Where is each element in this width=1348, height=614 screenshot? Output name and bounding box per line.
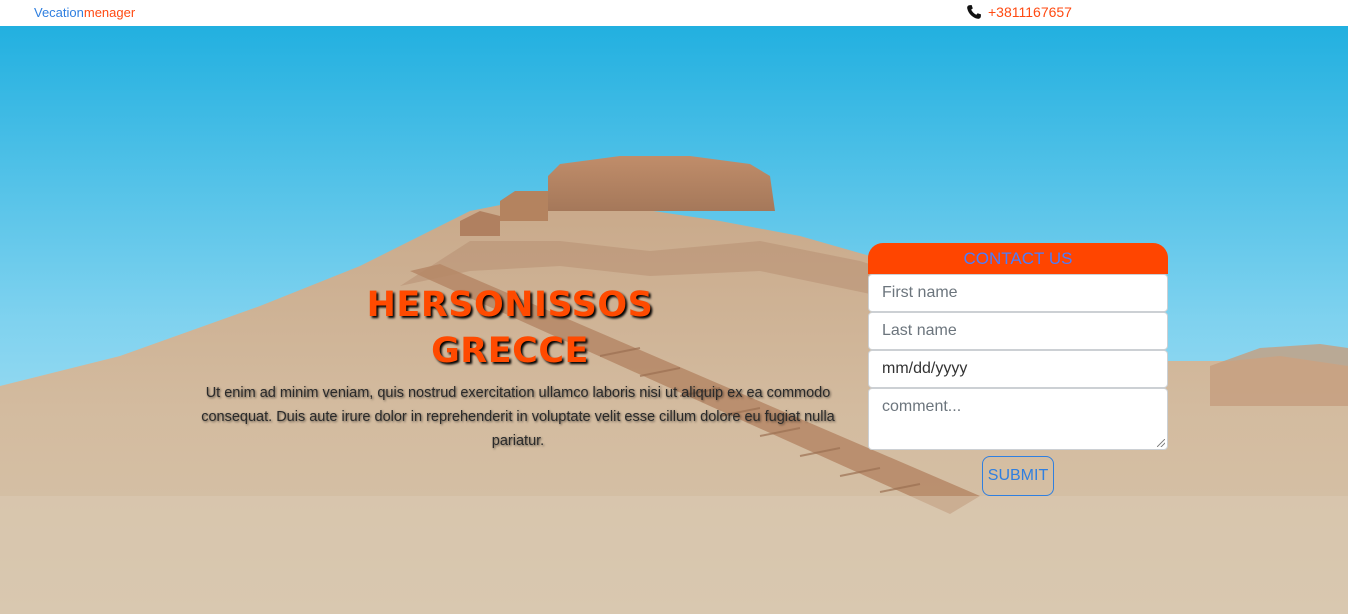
comment-placeholder: comment... bbox=[882, 398, 962, 415]
phone-contact[interactable]: +3811167657 bbox=[966, 4, 1072, 20]
phone-icon bbox=[966, 4, 982, 20]
contact-form: CONTACT US First name Last name mm/dd/yy… bbox=[868, 243, 1168, 496]
hero-title: HERSONISSOS GRECCE bbox=[340, 282, 680, 374]
brand-logo[interactable]: Vecationmenager bbox=[34, 5, 135, 20]
top-navbar: Vecationmenager +3811167657 bbox=[0, 0, 1348, 26]
hero-title-line-2: GRECCE bbox=[431, 331, 589, 371]
contact-form-header: CONTACT US bbox=[868, 243, 1168, 274]
date-field[interactable]: mm/dd/yyyy bbox=[868, 350, 1168, 388]
submit-button[interactable]: SUBMIT bbox=[982, 456, 1054, 496]
hero-description: Ut enim ad minim veniam, quis nostrud ex… bbox=[201, 385, 835, 449]
hero-title-line-1: HERSONISSOS bbox=[366, 285, 654, 325]
hero-section: HERSONISSOS GRECCE Ut enim ad minim veni… bbox=[0, 26, 1348, 614]
resize-grip-icon[interactable] bbox=[1157, 439, 1165, 447]
first-name-field[interactable]: First name bbox=[868, 274, 1168, 312]
comment-textarea[interactable]: comment... bbox=[868, 388, 1168, 450]
phone-number: +3811167657 bbox=[988, 4, 1072, 20]
brand-part-1: Vecation bbox=[34, 5, 84, 20]
last-name-field[interactable]: Last name bbox=[868, 312, 1168, 350]
brand-part-2: menager bbox=[83, 5, 136, 20]
